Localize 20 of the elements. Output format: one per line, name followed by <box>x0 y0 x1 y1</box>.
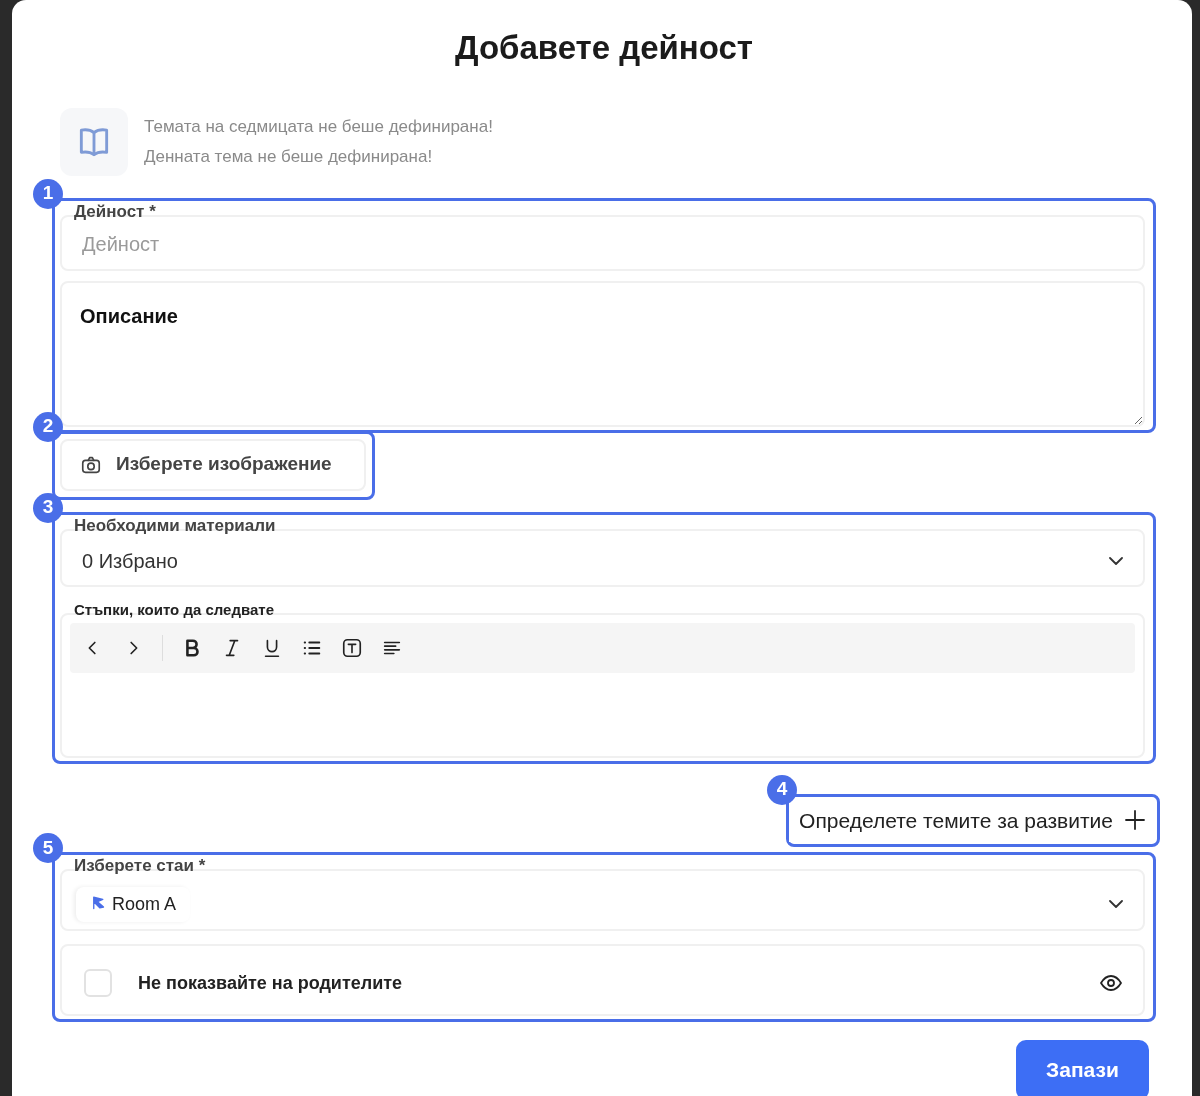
select-value: 0 Избрано <box>82 548 178 574</box>
step-badge: 5 <box>33 833 63 864</box>
room-chip: Room A <box>76 886 191 922</box>
checkbox-label: Не показвайте на родителите <box>138 971 404 995</box>
plus-icon <box>1123 808 1147 833</box>
field-label: Стъпки, които да следвате <box>73 600 276 619</box>
chevron-down-icon <box>1109 900 1123 909</box>
description-field[interactable]: Описание <box>60 280 1145 427</box>
text-box-icon[interactable] <box>341 636 363 659</box>
choose-image-button[interactable]: Изберете изображение <box>60 438 366 491</box>
dialog-title: Добавете дейност <box>454 28 754 68</box>
chevron-down-icon <box>1109 556 1123 565</box>
checkbox[interactable] <box>84 969 112 998</box>
notice-text: Темата на седмицата не беше дефинирана! <box>144 115 493 138</box>
save-button[interactable]: Запази <box>1016 1040 1149 1096</box>
step-badge: 4 <box>767 774 798 805</box>
notice-text: Денната тема не беше дефинирана! <box>144 145 434 168</box>
step-badge: 3 <box>33 492 63 523</box>
step-badge: 2 <box>33 411 63 442</box>
step-badge: 1 <box>33 178 63 209</box>
